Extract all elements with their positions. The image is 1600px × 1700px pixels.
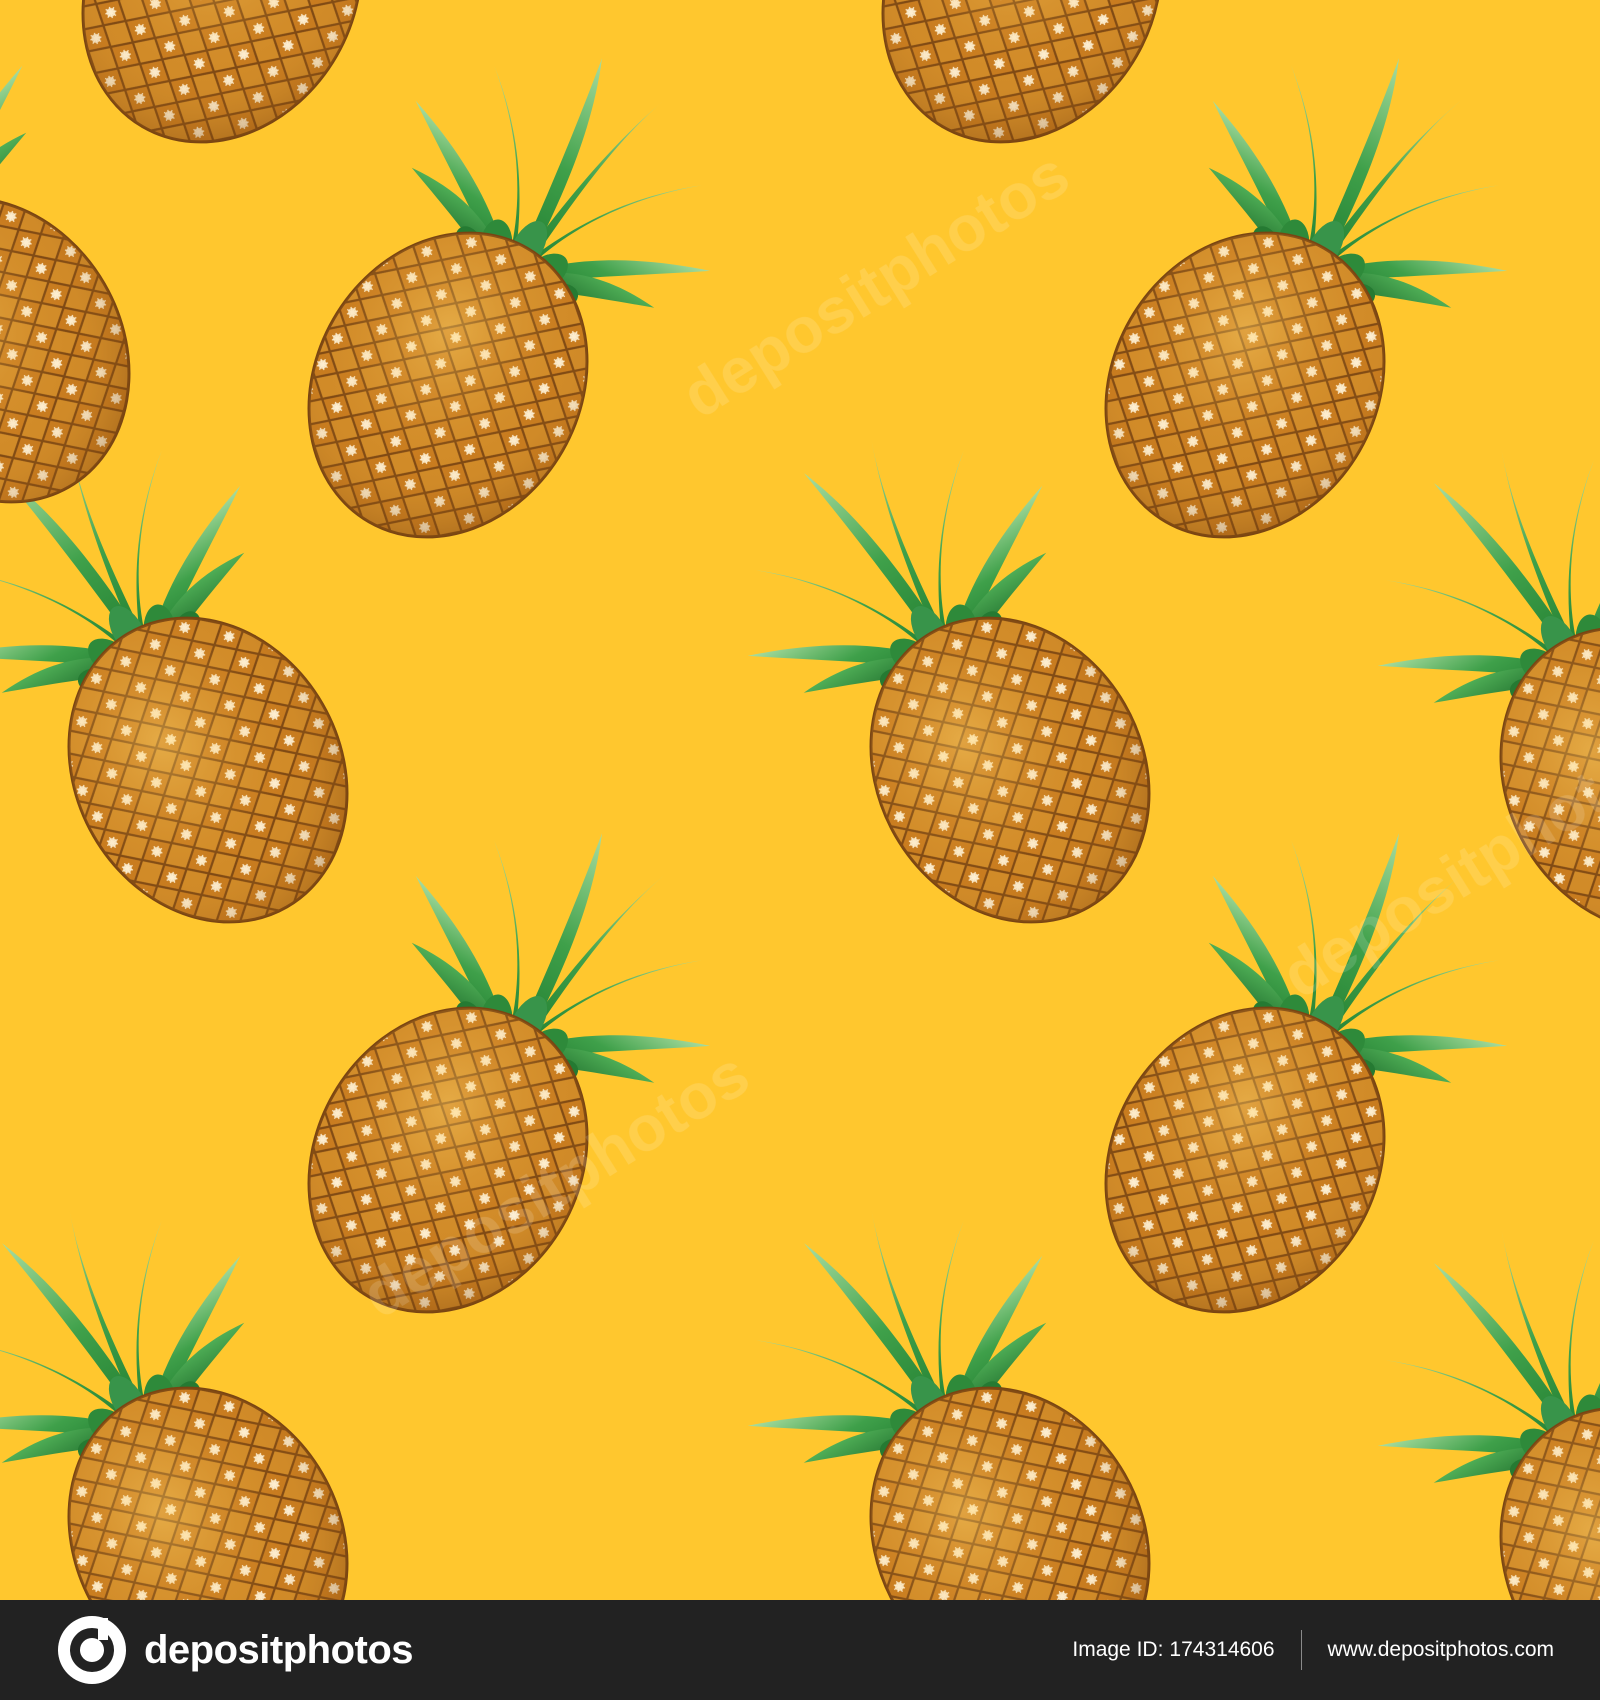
stock-image: depositphotos depositphotos depositphoto… — [0, 0, 1600, 1700]
brand-name: depositphotos — [144, 1627, 414, 1672]
pineapple-pattern: depositphotos depositphotos depositphoto… — [0, 0, 1600, 1600]
divider — [1300, 1630, 1302, 1670]
site-link[interactable]: www.depositphotos.com — [1328, 1638, 1554, 1662]
footer-bar: depositphotos Image ID: 174314606 www.de… — [0, 1600, 1600, 1700]
brand[interactable]: depositphotos — [54, 1612, 414, 1688]
image-id-label: Image ID: — [1072, 1638, 1164, 1661]
image-id-value: 174314606 — [1169, 1638, 1275, 1661]
depositphotos-logo-icon — [58, 1616, 126, 1684]
image-id: Image ID: 174314606 — [1072, 1638, 1274, 1662]
